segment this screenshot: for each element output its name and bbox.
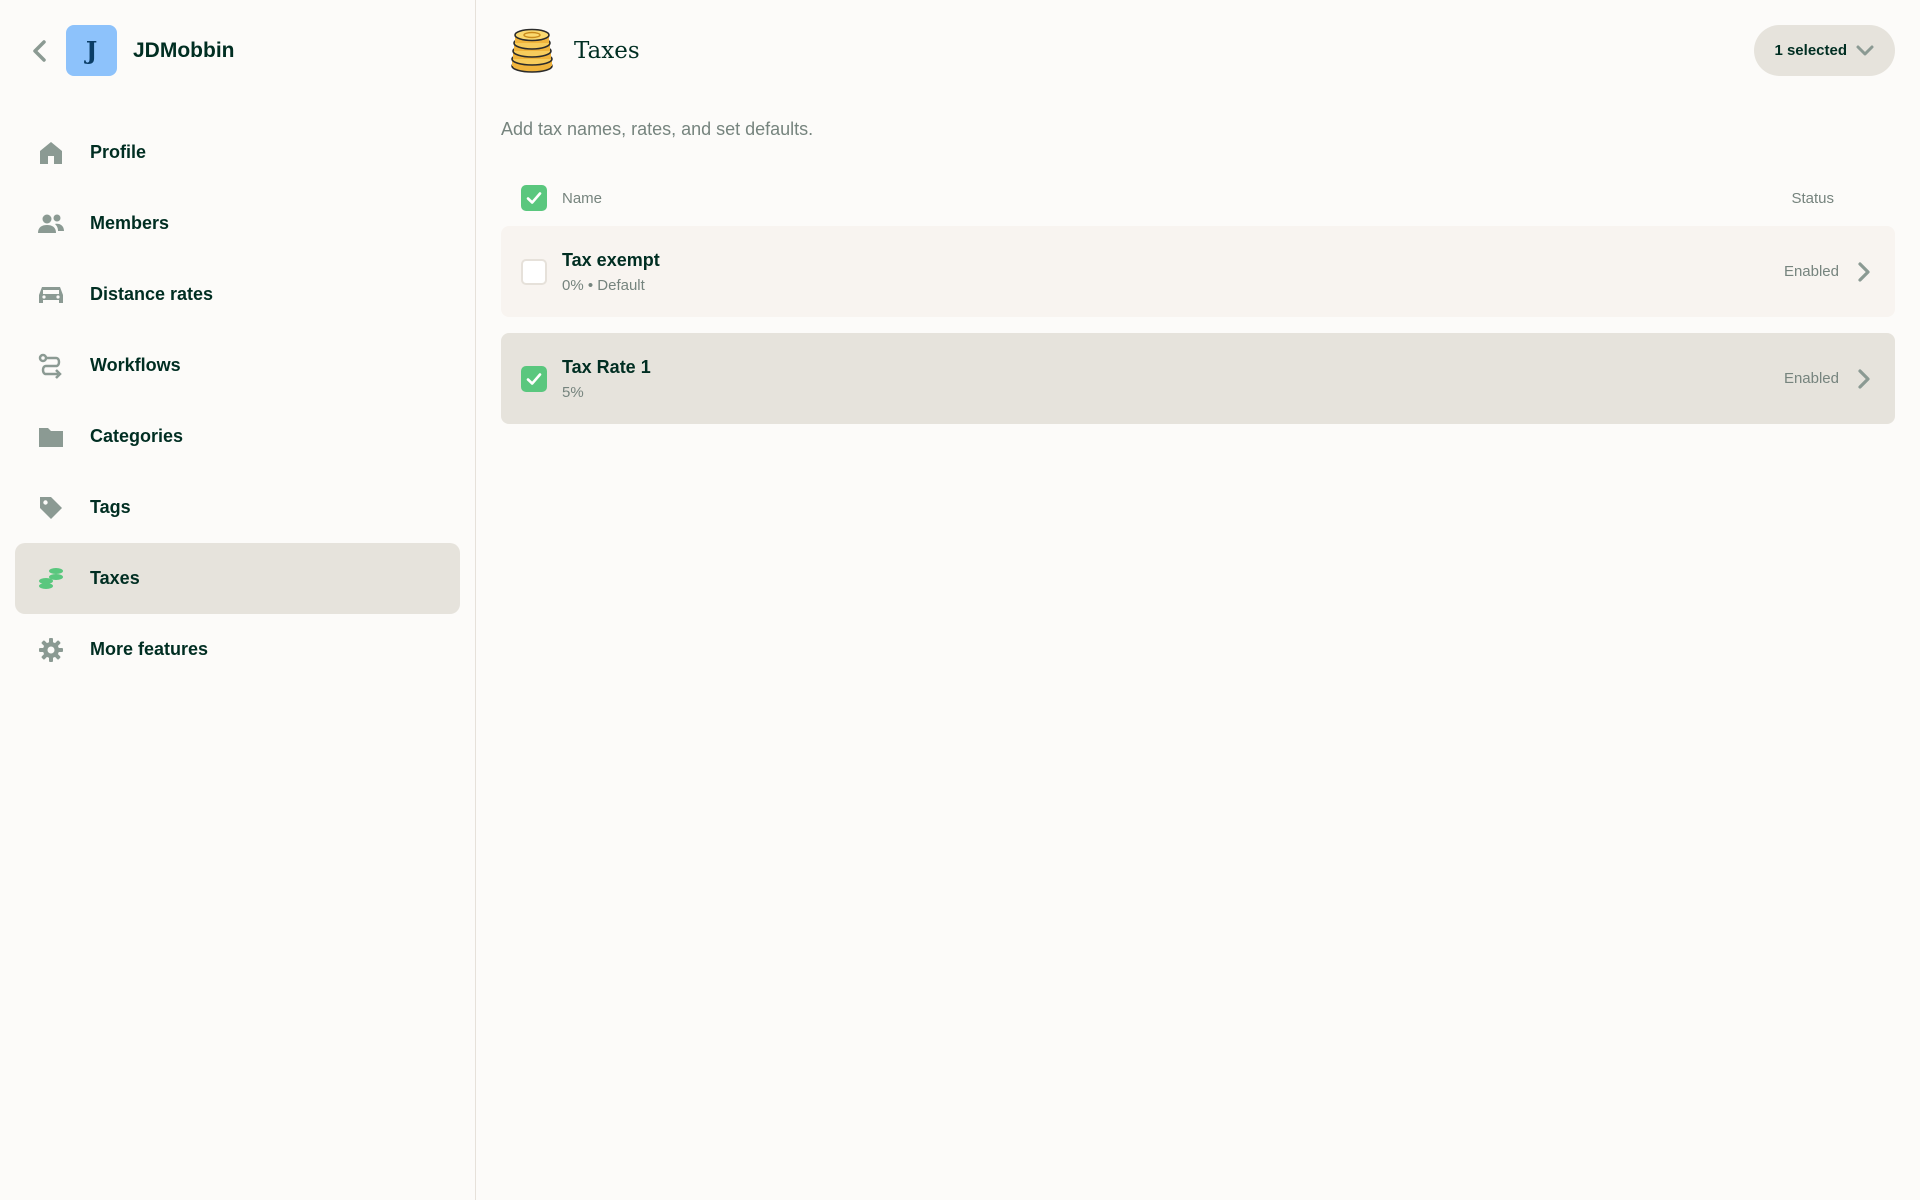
row-subtitle: 0% • Default [562, 276, 645, 294]
sidebar-item-label: Workflows [90, 355, 181, 375]
sidebar-item-label: Taxes [90, 568, 140, 588]
page-header: Taxes 1 selected [501, 0, 1895, 101]
workspace-name: JDMobbin [133, 38, 235, 62]
checkmark-icon [526, 192, 542, 204]
coins-icon [37, 565, 65, 593]
sidebar-item-label: Categories [90, 426, 184, 446]
users-icon [37, 210, 65, 238]
workspace-header: J JDMobbin [15, 0, 460, 101]
back-button[interactable] [23, 34, 57, 68]
row-status: Enabled [1783, 263, 1839, 280]
table-row[interactable]: Tax exempt 0% • Default Enabled [501, 226, 1895, 317]
select-all-checkbox[interactable] [521, 185, 547, 211]
row-checkbox[interactable] [521, 258, 547, 285]
chevron-left-icon [33, 39, 46, 62]
sidebar-item-workflows[interactable]: Workflows [15, 330, 460, 401]
row-text: Tax Rate 1 5% [562, 357, 651, 401]
sidebar-item-distance-rates[interactable]: Distance rates [15, 259, 460, 330]
tag-icon [37, 494, 65, 522]
sidebar-nav: Profile Members Distance rates Workflows… [15, 117, 460, 685]
sidebar-item-label: Tags [90, 497, 131, 517]
row-checkbox[interactable] [521, 365, 547, 392]
workflow-icon [37, 352, 65, 380]
row-text: Tax exempt 0% • Default [562, 250, 660, 294]
table-row[interactable]: Tax Rate 1 5% Enabled [501, 333, 1895, 424]
car-icon [37, 281, 65, 309]
selection-dropdown-button[interactable]: 1 selected [1754, 25, 1895, 76]
chevron-right-icon [1853, 368, 1875, 390]
sidebar-item-profile[interactable]: Profile [15, 117, 460, 188]
main-content: Taxes 1 selected Add tax names, rates, a… [476, 0, 1920, 1200]
column-header-status: Status [1791, 189, 1834, 207]
sidebar-item-label: Distance rates [90, 284, 214, 304]
selection-count-label: 1 selected [1774, 42, 1847, 59]
chevron-down-icon [1855, 44, 1875, 58]
row-status: Enabled [1783, 370, 1839, 387]
row-title: Tax exempt [562, 249, 660, 270]
sidebar-item-categories[interactable]: Categories [15, 401, 460, 472]
coins-stack-icon [511, 28, 553, 73]
sidebar-item-tags[interactable]: Tags [15, 472, 460, 543]
column-header-name: Name [562, 189, 603, 207]
sidebar-item-label: Profile [90, 142, 147, 162]
app-window: J JDMobbin Profile Members Distance rate… [0, 0, 1920, 1200]
chevron-right-icon [1853, 261, 1875, 283]
sidebar: J JDMobbin Profile Members Distance rate… [0, 0, 476, 1200]
sidebar-item-taxes[interactable]: Taxes [15, 543, 460, 614]
page-description: Add tax names, rates, and set defaults. [501, 119, 814, 139]
gear-icon [37, 636, 65, 664]
folder-icon [37, 423, 65, 451]
home-icon [37, 139, 65, 167]
sidebar-item-label: Members [90, 213, 170, 233]
page-title: Taxes [574, 37, 640, 64]
sidebar-item-label: More features [90, 639, 209, 659]
sidebar-item-more-features[interactable]: More features [15, 614, 460, 685]
row-title: Tax Rate 1 [562, 356, 651, 377]
sidebar-item-members[interactable]: Members [15, 188, 460, 259]
checkmark-icon [526, 372, 542, 385]
workspace-avatar[interactable]: J [66, 25, 117, 76]
table-header: Name Status [501, 170, 1895, 226]
row-subtitle: 5% [562, 383, 584, 401]
